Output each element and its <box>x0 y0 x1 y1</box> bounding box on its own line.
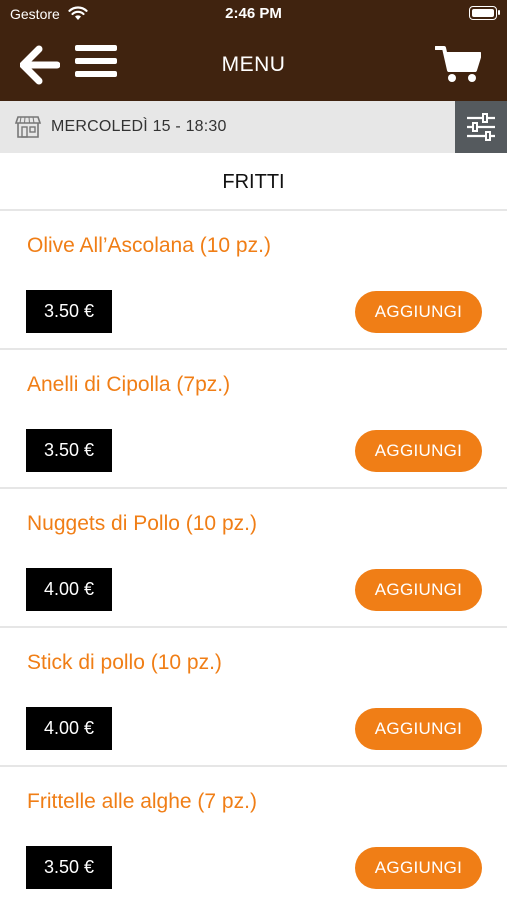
item-price: 3.50 € <box>26 290 112 333</box>
page-title: MENU <box>221 53 286 76</box>
store-icon <box>14 116 42 138</box>
app-header: Gestore 2:46 PM MENU <box>0 0 507 101</box>
add-to-cart-button[interactable]: AGGIUNGI <box>355 569 482 611</box>
add-to-cart-button[interactable]: AGGIUNGI <box>355 708 482 750</box>
filter-button[interactable] <box>455 101 507 153</box>
hamburger-line <box>75 45 117 51</box>
menu-item: Anelli di Cipolla (7pz.) 3.50 € AGGIUNGI <box>0 350 507 489</box>
category-title: FRITTI <box>0 153 507 211</box>
menu-item-list: Olive All’Ascolana (10 pz.) 3.50 € AGGIU… <box>0 211 507 900</box>
item-name: Anelli di Cipolla (7pz.) <box>27 373 231 396</box>
date-bar: MERCOLEDÌ 15 - 18:30 <box>0 101 507 153</box>
menu-item: Nuggets di Pollo (10 pz.) 4.00 € AGGIUNG… <box>0 489 507 628</box>
item-price: 3.50 € <box>26 429 112 472</box>
sliders-icon <box>467 113 495 141</box>
menu-item: Frittelle alle alghe (7 pz.) 3.50 € AGGI… <box>0 767 507 900</box>
item-name: Stick di pollo (10 pz.) <box>27 651 222 674</box>
menu-item: Olive All’Ascolana (10 pz.) 3.50 € AGGIU… <box>0 211 507 350</box>
add-to-cart-button[interactable]: AGGIUNGI <box>355 291 482 333</box>
add-to-cart-button[interactable]: AGGIUNGI <box>355 430 482 472</box>
item-price: 3.50 € <box>26 846 112 889</box>
add-to-cart-button[interactable]: AGGIUNGI <box>355 847 482 889</box>
item-price: 4.00 € <box>26 707 112 750</box>
cart-icon[interactable] <box>435 44 481 84</box>
pickup-date-label[interactable]: MERCOLEDÌ 15 - 18:30 <box>51 118 227 136</box>
battery-icon <box>469 6 500 20</box>
item-price: 4.00 € <box>26 568 112 611</box>
item-name: Olive All’Ascolana (10 pz.) <box>27 234 271 257</box>
status-bar: Gestore 2:46 PM <box>0 0 507 28</box>
status-time: 2:46 PM <box>225 5 282 22</box>
item-name: Nuggets di Pollo (10 pz.) <box>27 512 257 535</box>
menu-item: Stick di pollo (10 pz.) 4.00 € AGGIUNGI <box>0 628 507 767</box>
item-name: Frittelle alle alghe (7 pz.) <box>27 790 257 813</box>
